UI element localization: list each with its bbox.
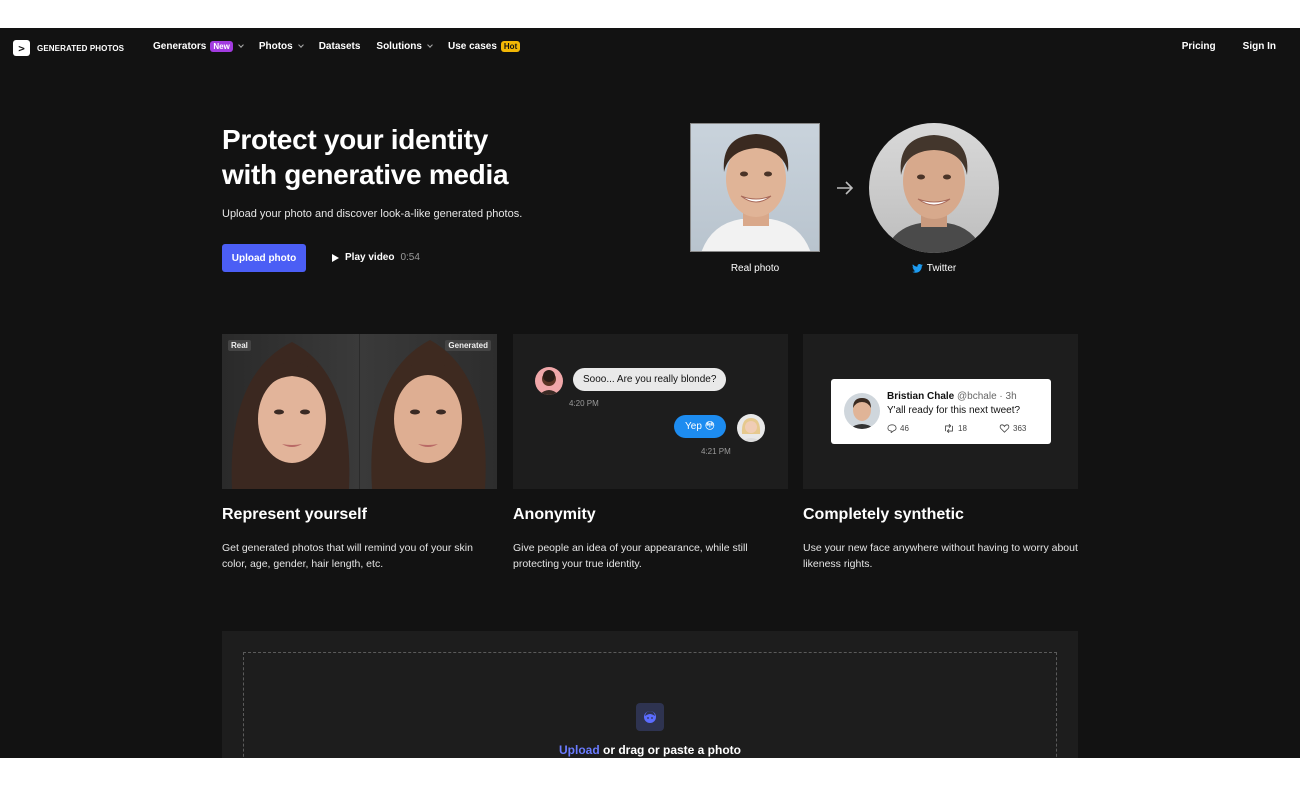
logo[interactable]: > GENERATED PHOTOS <box>13 40 124 56</box>
chevron-down-icon <box>237 42 244 48</box>
nav-right: Pricing Sign In <box>1182 41 1276 52</box>
real-photo-portrait <box>690 123 820 252</box>
hot-badge: Hot <box>500 41 521 52</box>
represent-yourself-card: Real Generated <box>222 334 497 489</box>
twitter-bird-icon <box>911 264 923 273</box>
generated-face-image <box>360 334 497 489</box>
nav-generators[interactable]: Generators New <box>153 41 244 52</box>
pricing-link[interactable]: Pricing <box>1182 41 1216 52</box>
feature-title-represent: Represent yourself <box>222 506 367 523</box>
generated-tag: Generated <box>445 340 491 351</box>
nav-use-cases-label: Use cases <box>447 41 497 52</box>
sign-in-link[interactable]: Sign In <box>1243 41 1276 52</box>
tweet-retweets-count: 18 <box>958 424 967 433</box>
face-upload-icon <box>636 703 664 731</box>
real-tag: Real <box>228 340 251 351</box>
tweet-text: Y'all ready for this next tweet? <box>887 405 1021 416</box>
nav-photos[interactable]: Photos <box>258 41 304 52</box>
upload-photo-button[interactable]: Upload photo <box>222 244 306 272</box>
logo-text: GENERATED PHOTOS <box>37 43 125 53</box>
play-video-button[interactable]: Play video 0:54 <box>332 252 420 263</box>
chat-time-outgoing: 4:21 PM <box>701 447 731 456</box>
nav-use-cases[interactable]: Use cases Hot <box>447 41 521 52</box>
feature-desc-synthetic: Use your new face anywhere without havin… <box>803 542 1078 570</box>
chevron-down-icon <box>427 42 433 48</box>
nav-solutions-label: Solutions <box>376 41 422 52</box>
title-line-2: with generative media <box>222 159 509 190</box>
chevron-down-icon <box>297 42 304 48</box>
arrow-right-icon <box>836 181 854 200</box>
feature-desc-anonymity: Give people an idea of your appearance, … <box>513 542 748 570</box>
top-navigation: > GENERATED PHOTOS Generators New Photos… <box>0 28 1300 68</box>
hero-subtitle: Upload your photo and discover look-a-li… <box>222 208 523 220</box>
feature-title-anonymity: Anonymity <box>513 506 596 523</box>
woman-portrait-icon <box>371 340 486 489</box>
nav-solutions[interactable]: Solutions <box>376 41 433 52</box>
retweet-icon <box>945 424 953 433</box>
chat-avatar-incoming <box>535 367 563 395</box>
logo-icon: > <box>13 40 30 56</box>
real-face-image <box>222 334 359 489</box>
play-icon <box>332 253 339 262</box>
man-portrait-icon <box>701 134 811 251</box>
upload-instructions-rest: or drag or paste a photo <box>599 743 742 757</box>
video-duration: 0:54 <box>400 252 420 263</box>
upload-link[interactable]: Upload <box>559 743 600 757</box>
tweet-handle: @bchale · 3h <box>957 391 1017 402</box>
tweet-avatar <box>844 393 880 429</box>
real-photo-caption: Real photo <box>730 263 780 274</box>
anonymity-card <box>513 334 788 489</box>
chat-time-incoming: 4:20 PM <box>569 399 599 408</box>
chat-avatar-outgoing <box>737 414 765 442</box>
app-window: > GENERATED PHOTOS Generators New Photos… <box>0 28 1300 758</box>
tweet-retweets: 18 <box>943 424 999 433</box>
woman-portrait-icon <box>231 342 350 489</box>
tweet-likes-count: 363 <box>1013 424 1027 433</box>
tweet-replies-count: 46 <box>900 424 909 433</box>
page-title: Protect your identity with generative me… <box>222 122 602 192</box>
tweet-preview: Bristian Chale @bchale · 3h Y'all ready … <box>831 379 1051 444</box>
new-badge: New <box>210 41 233 52</box>
tweet-likes: 363 <box>999 424 1026 433</box>
feature-desc-represent: Get generated photos that will remind yo… <box>222 542 473 570</box>
chat-bubble-incoming: Sooo... Are you really blonde? <box>573 368 727 391</box>
nav-links: Generators New Photos Datasets Solutions… <box>153 41 521 52</box>
nav-datasets[interactable]: Datasets <box>319 41 361 52</box>
nav-generators-label: Generators <box>153 41 207 52</box>
upload-instructions: Upload or drag or paste a photo <box>0 743 1300 757</box>
tweet-replies: 46 <box>887 424 943 433</box>
nav-datasets-label: Datasets <box>318 41 361 52</box>
twitter-caption: Twitter <box>869 263 999 274</box>
title-line-1: Protect your identity <box>222 124 488 155</box>
comment-icon <box>887 424 897 433</box>
tweet-author-name: Bristian Chale <box>887 391 955 402</box>
tweet-stats: 46 18 363 <box>887 424 1026 433</box>
tweet-header: Bristian Chale @bchale · 3h <box>887 391 1017 402</box>
generated-portrait <box>869 123 999 253</box>
nav-photos-label: Photos <box>258 41 293 52</box>
twitter-caption-label: Twitter <box>926 263 957 274</box>
chat-bubble-outgoing: Yep 😳 <box>674 415 727 438</box>
feature-title-synthetic: Completely synthetic <box>803 506 964 523</box>
man-portrait-icon <box>884 135 984 253</box>
play-video-label: Play video <box>345 252 395 263</box>
heart-icon <box>999 424 1010 433</box>
